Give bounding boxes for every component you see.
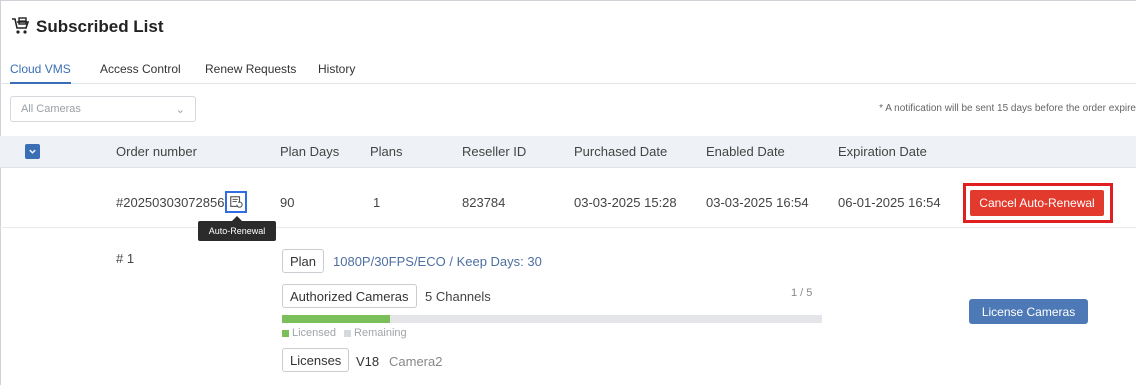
camera-filter-select[interactable]: All Cameras ⌄ xyxy=(10,96,196,122)
license-progress-bar xyxy=(282,315,822,323)
plan-index: # 1 xyxy=(116,251,135,266)
header-plan-days: Plan Days xyxy=(280,144,340,159)
progress-legend: Licensed Remaining xyxy=(282,327,407,339)
enabled-date-value: 03-03-2025 16:54 xyxy=(706,195,809,210)
chevron-down-icon xyxy=(29,149,36,154)
cart-icon xyxy=(10,16,36,39)
tab-cloud-vms[interactable]: Cloud VMS xyxy=(10,60,71,84)
licenses-label: Licenses xyxy=(282,348,350,372)
page-header: Subscribed List xyxy=(10,14,164,40)
legend-licensed: Licensed xyxy=(292,327,337,339)
plan-value: 1080P/30FPS/ECO / Keep Days: 30 xyxy=(333,254,542,269)
chevron-down-icon: ⌄ xyxy=(175,103,185,116)
order-number: #20250303072856 xyxy=(116,195,225,210)
select-all-checkbox[interactable] xyxy=(25,144,40,159)
auto-renewal-tooltip: Auto-Renewal xyxy=(198,216,276,241)
plan-label: Plan xyxy=(282,249,325,273)
camera-filter-value: All Cameras xyxy=(21,103,81,115)
header-enabled-date: Enabled Date xyxy=(706,144,785,159)
legend-remaining: Remaining xyxy=(354,327,407,339)
licensed-swatch xyxy=(282,329,289,337)
license-item-name: V18 xyxy=(356,354,380,369)
license-item-camera: Camera2 xyxy=(389,354,443,369)
authorized-cameras-value: 5 Channels xyxy=(425,289,491,304)
expiry-notice: * A notification will be sent 15 days be… xyxy=(879,103,1136,114)
expiration-date-value: 06-01-2025 16:54 xyxy=(838,195,941,210)
authorized-cameras-label: Authorized Cameras xyxy=(282,284,417,308)
channel-ratio: 1 / 5 xyxy=(791,287,813,299)
license-cameras-button[interactable]: License Cameras xyxy=(969,299,1088,324)
tab-access-control[interactable]: Access Control xyxy=(100,60,181,84)
auto-renewal-button[interactable] xyxy=(225,191,247,213)
plans-value: 1 xyxy=(373,195,381,210)
cancel-auto-renewal-button[interactable]: Cancel Auto-Renewal xyxy=(970,190,1104,216)
header-purchased-date: Purchased Date xyxy=(574,144,668,159)
header-plans: Plans xyxy=(370,144,403,159)
tab-bar: Cloud VMS Access Control Renew Requests … xyxy=(0,58,1136,84)
header-reseller-id: Reseller ID xyxy=(462,144,527,159)
header-order-number: Order number xyxy=(116,144,197,159)
reseller-id-value: 823784 xyxy=(462,195,506,210)
purchased-date-value: 03-03-2025 15:28 xyxy=(574,195,677,210)
header-expiration-date: Expiration Date xyxy=(838,144,927,159)
page-title: Subscribed List xyxy=(36,17,164,36)
auto-renewal-icon xyxy=(230,196,243,208)
tab-history[interactable]: History xyxy=(318,60,355,84)
license-progress-fill xyxy=(282,315,390,323)
tab-renew-requests[interactable]: Renew Requests xyxy=(205,60,296,84)
plan-days-value: 90 xyxy=(280,195,295,210)
remaining-swatch xyxy=(344,329,352,337)
